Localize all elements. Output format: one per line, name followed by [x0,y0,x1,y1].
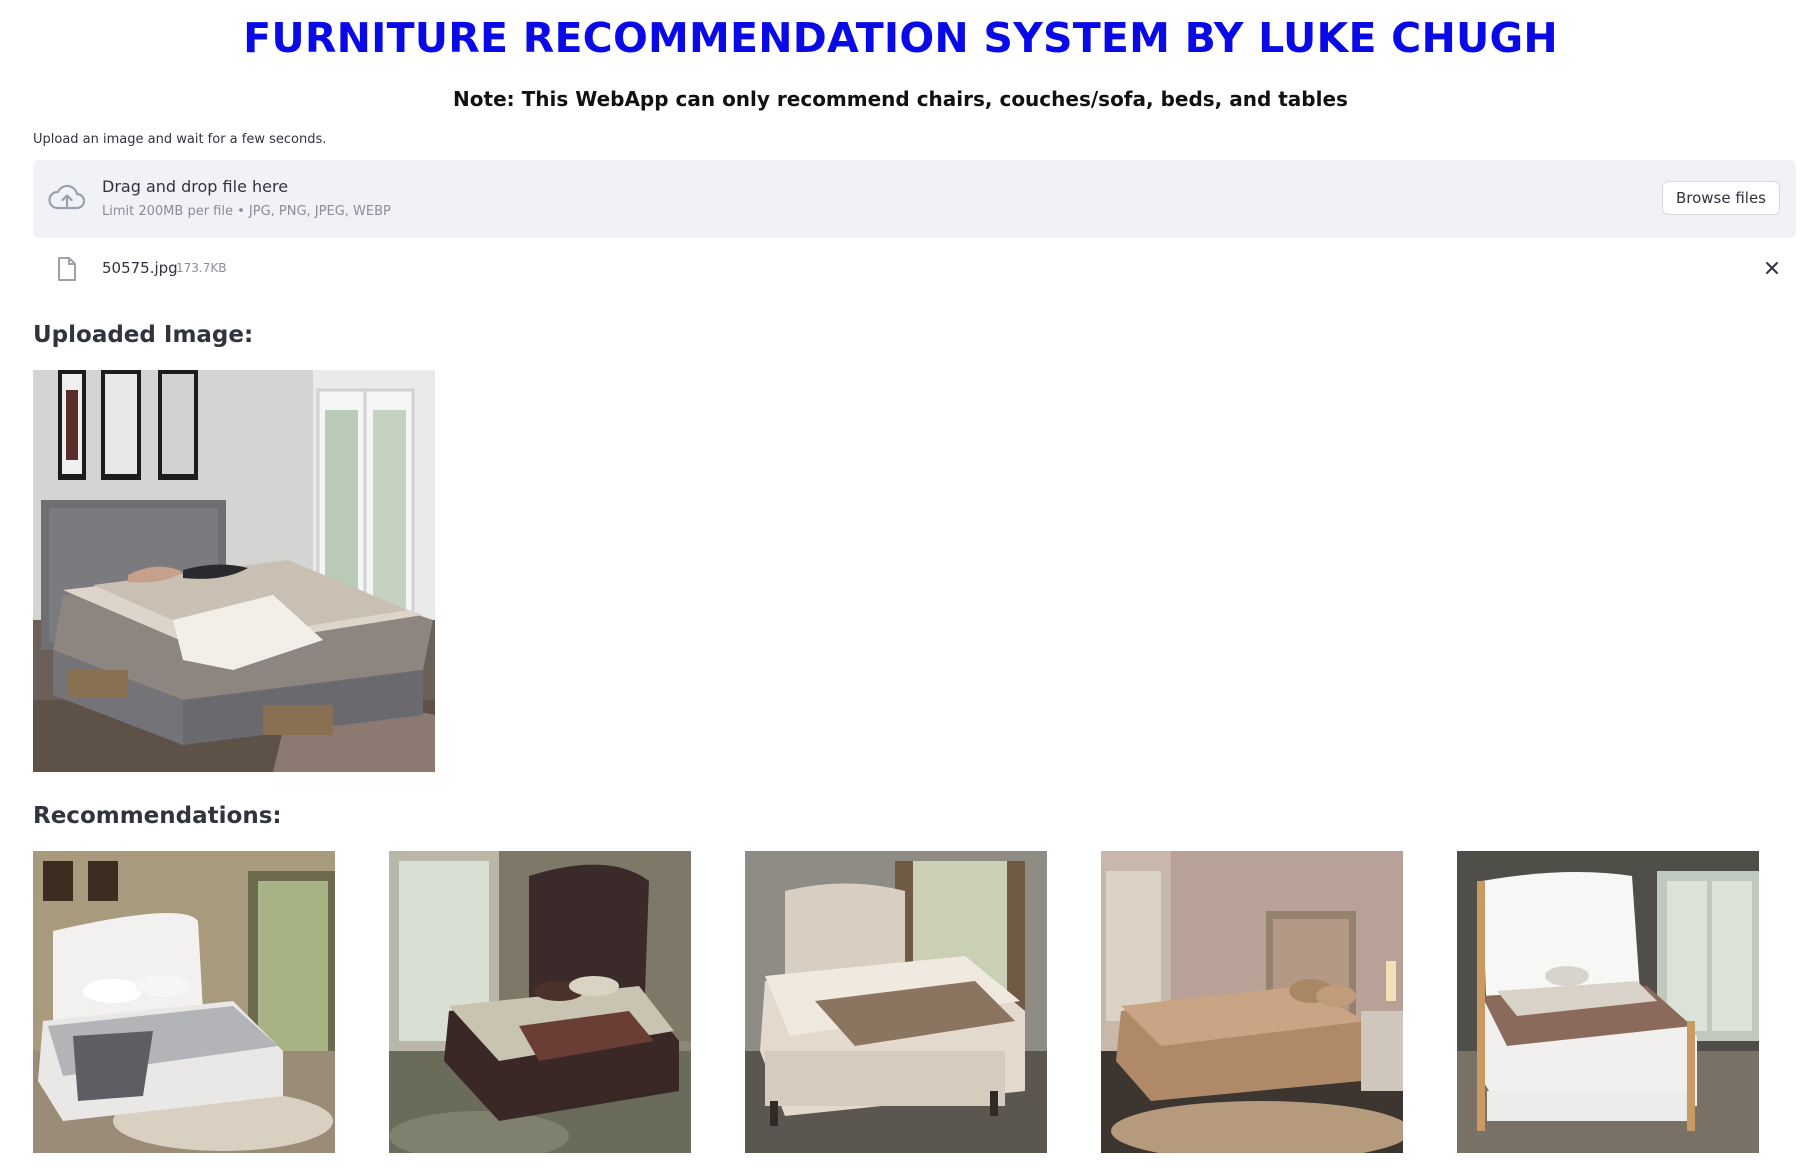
uploaded-file-row: 50575.jpg 173.7KB [33,250,1796,286]
uploaded-file-name: 50575.jpg [102,259,178,277]
file-dropzone[interactable]: Drag and drop file here Limit 200MB per … [33,160,1796,238]
uploaded-image [33,370,435,772]
file-icon [58,257,76,281]
recommendation-image-3 [745,851,1047,1153]
recommendation-image-1 [33,851,335,1153]
dropzone-title: Drag and drop file here [102,177,289,196]
recommendation-image-2 [389,851,691,1153]
uploader-label: Upload an image and wait for a few secon… [33,132,327,147]
page-title: FURNITURE RECOMMENDATION SYSTEM BY LUKE … [243,14,1558,62]
uploaded-file-size: 173.7KB [176,261,227,275]
app-note: Note: This WebApp can only recommend cha… [453,87,1348,111]
cloud-upload-icon [48,184,86,210]
recommendations-heading: Recommendations: [33,803,282,829]
browse-files-button[interactable]: Browse files [1661,181,1780,215]
dropzone-limits: Limit 200MB per file • JPG, PNG, JPEG, W… [102,204,391,219]
uploaded-image-heading: Uploaded Image: [33,322,254,348]
recommendation-image-4 [1101,851,1403,1153]
recommendation-image-5 [1457,851,1759,1153]
app-page: FURNITURE RECOMMENDATION SYSTEM BY LUKE … [0,0,1801,1170]
close-icon[interactable] [1762,258,1782,278]
